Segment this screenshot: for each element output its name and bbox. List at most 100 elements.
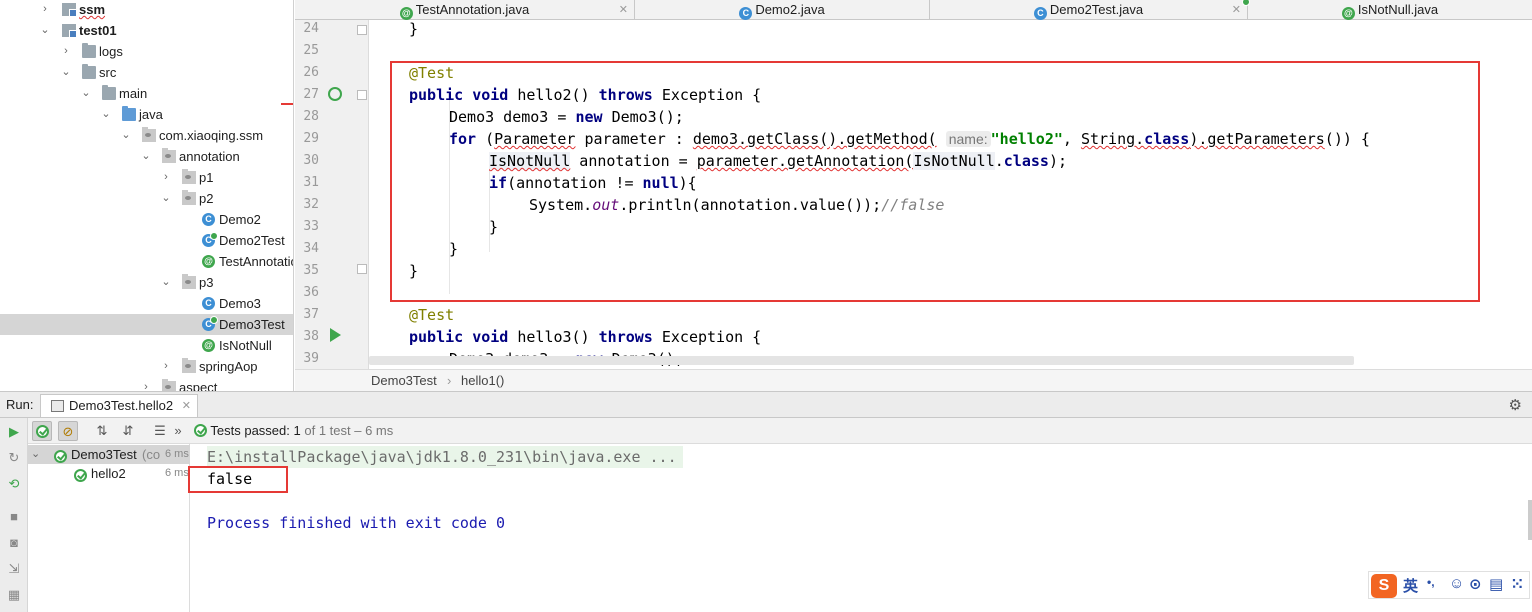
- microphone-icon[interactable]: ⊙: [1469, 575, 1482, 593]
- chevron-down-icon[interactable]: ⌄: [141, 146, 151, 167]
- test-row-class[interactable]: ⌄ Demo3Test (co 6 ms: [28, 445, 190, 464]
- chevron-down-icon[interactable]: ⌄: [121, 125, 131, 146]
- show-passed-button[interactable]: [32, 421, 52, 441]
- tree-item-p1[interactable]: › p1: [0, 167, 293, 188]
- folder-icon: [102, 85, 116, 100]
- chevron-down-icon[interactable]: ⌄: [31, 445, 40, 464]
- tree-item-annotation[interactable]: ⌄ annotation: [0, 146, 293, 167]
- fold-icon[interactable]: [357, 90, 367, 100]
- camera-icon[interactable]: ◙: [6, 535, 22, 551]
- breadcrumb-class[interactable]: Demo3Test: [371, 370, 437, 391]
- tree-item-demo2[interactable]: C Demo2: [0, 209, 293, 230]
- line-number: 31: [303, 175, 319, 190]
- chevron-right-icon[interactable]: ›: [161, 356, 171, 377]
- rerun-icon[interactable]: ▶: [6, 424, 22, 440]
- rerun-failed-icon[interactable]: ↻: [6, 450, 22, 466]
- more-icon[interactable]: »: [172, 421, 184, 441]
- package-icon: [162, 379, 176, 391]
- test-method-label: hello2: [91, 466, 126, 481]
- code-line-37: @Test: [409, 306, 455, 324]
- close-icon[interactable]: ✕: [619, 0, 628, 20]
- sort-duration-icon[interactable]: ⇵: [118, 421, 138, 441]
- tree-item-p3[interactable]: ⌄ p3: [0, 272, 293, 293]
- tree-item-label: IsNotNull: [219, 338, 272, 353]
- chevron-down-icon[interactable]: ⌄: [40, 20, 50, 41]
- fold-icon[interactable]: [357, 264, 367, 274]
- tree-marker: [281, 103, 293, 105]
- chevron-down-icon[interactable]: ⌄: [101, 104, 111, 125]
- chevron-down-icon[interactable]: ⌄: [161, 188, 171, 209]
- close-icon[interactable]: ✕: [182, 395, 191, 417]
- test-row-method[interactable]: hello2 6 ms: [28, 464, 190, 483]
- test-time: 6 ms: [165, 448, 189, 460]
- tree-item-label: src: [99, 65, 117, 80]
- tree-item-logs[interactable]: › logs: [0, 41, 293, 62]
- run-side-toolbar: ▶ ↻ ⟲ ■ ◙ ⇲ ▦: [0, 418, 28, 612]
- tab-demo2[interactable]: C Demo2.java: [635, 0, 930, 20]
- run-tab[interactable]: Demo3Test.hello2 ✕: [40, 394, 198, 417]
- horizontal-scrollbar[interactable]: [369, 356, 1354, 365]
- stop-icon[interactable]: ■: [6, 509, 22, 525]
- tree-item-label: java: [139, 107, 163, 122]
- tree-item-src[interactable]: ⌄ src: [0, 62, 293, 83]
- tree-item-label: com.xiaoqing.ssm: [159, 128, 264, 143]
- highlight-box-output: [188, 466, 288, 493]
- chevron-down-icon[interactable]: ⌄: [61, 62, 71, 83]
- tree-item-isnotnull[interactable]: @ IsNotNull: [0, 335, 293, 356]
- chevron-right-icon[interactable]: ›: [141, 377, 151, 391]
- tree-item-aspect[interactable]: › aspect: [0, 377, 293, 391]
- vertical-scrollbar[interactable]: [1528, 500, 1532, 540]
- run-test-icon[interactable]: [330, 328, 341, 342]
- tree-item-main[interactable]: ⌄ main: [0, 83, 293, 104]
- line-number: 27: [303, 87, 319, 102]
- emoji-icon[interactable]: ☺: [1449, 575, 1464, 592]
- ime-language-toggle[interactable]: 英: [1403, 575, 1418, 596]
- tree-item-label: p3: [199, 275, 214, 290]
- sort-alpha-icon[interactable]: ⇅: [92, 421, 112, 441]
- tree-item-demo2test[interactable]: C Demo2Test: [0, 230, 293, 251]
- tab-testannotation[interactable]: @ TestAnnotation.java ✕: [295, 0, 635, 20]
- tab-isnotnull[interactable]: @ IsNotNull.java: [1248, 0, 1532, 20]
- rerun-test-icon[interactable]: [328, 87, 342, 101]
- tree-item-label: main: [119, 86, 148, 101]
- layout-icon[interactable]: ▦: [6, 587, 22, 603]
- tree-item-springaop[interactable]: › springAop: [0, 356, 293, 377]
- test-class-extra: (co: [142, 447, 161, 462]
- line-number: 38: [303, 329, 319, 344]
- tree-item-demo3test[interactable]: C Demo3Test: [0, 314, 293, 335]
- code-line-24: }: [409, 20, 419, 38]
- show-ignored-button[interactable]: ⊘: [58, 421, 78, 441]
- ime-punctuation-toggle[interactable]: •,: [1427, 575, 1435, 589]
- grid-menu-icon[interactable]: ⁙: [1511, 575, 1524, 593]
- tree-item-testannotation[interactable]: @ TestAnnotation: [0, 251, 293, 272]
- tree-item-java[interactable]: ⌄ java: [0, 104, 293, 125]
- line-number: 39: [303, 351, 319, 366]
- breadcrumb-method[interactable]: hello1(): [461, 370, 504, 391]
- tree-item-ssm[interactable]: › ssm: [0, 0, 293, 20]
- close-icon[interactable]: ✕: [1232, 0, 1241, 20]
- chevron-right-icon[interactable]: ›: [40, 0, 50, 20]
- tree-item-label: Demo3Test: [219, 317, 285, 332]
- fold-icon[interactable]: [357, 25, 367, 35]
- chevron-right-icon[interactable]: ›: [61, 41, 71, 62]
- console-output[interactable]: E:\installPackage\java\jdk1.8.0_231\bin\…: [191, 444, 1532, 612]
- export-icon[interactable]: ⇲: [6, 561, 22, 577]
- tab-demo2test[interactable]: C Demo2Test.java ✕: [930, 0, 1248, 20]
- chevron-down-icon[interactable]: ⌄: [161, 272, 171, 293]
- sogou-logo-icon[interactable]: S: [1371, 574, 1397, 598]
- module-icon: [62, 3, 77, 17]
- tree-item-p2[interactable]: ⌄ p2: [0, 188, 293, 209]
- expand-all-icon[interactable]: ☰: [150, 421, 170, 441]
- console-exit-line: Process finished with exit code 0: [207, 514, 506, 532]
- gear-icon[interactable]: ⚙: [1509, 396, 1522, 414]
- project-tree: › ssm ⌄ test01 › logs ⌄ src ⌄ main ⌄ jav…: [0, 0, 294, 391]
- toggle-auto-test-icon[interactable]: ⟲: [6, 476, 22, 492]
- chevron-right-icon[interactable]: ›: [161, 167, 171, 188]
- keyboard-icon[interactable]: ▤: [1489, 575, 1503, 593]
- tree-item-test01[interactable]: ⌄ test01: [0, 20, 293, 41]
- tree-item-package[interactable]: ⌄ com.xiaoqing.ssm: [0, 125, 293, 146]
- editor-tab-bar: @ TestAnnotation.java ✕ C Demo2.java C Demo…: [295, 0, 1532, 20]
- chevron-down-icon[interactable]: ⌄: [81, 83, 91, 104]
- package-icon: [182, 169, 196, 184]
- tree-item-demo3[interactable]: C Demo3: [0, 293, 293, 314]
